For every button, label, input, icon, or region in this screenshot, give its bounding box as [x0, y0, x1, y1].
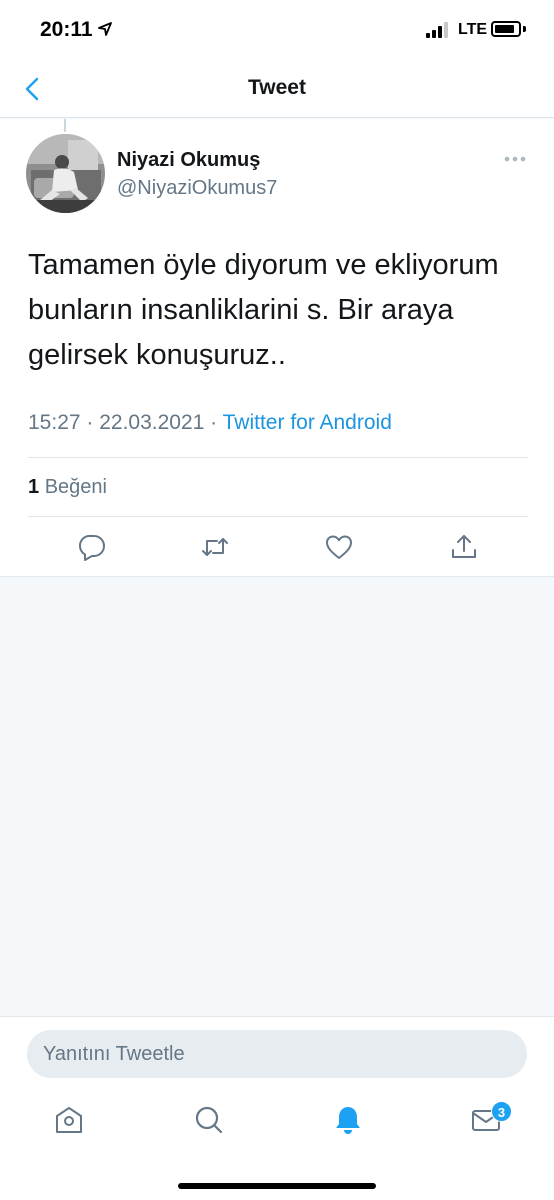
home-indicator: [178, 1183, 376, 1189]
tweet-detail: Niyazi Okumuş @NiyaziOkumus7 Tamamen öyl…: [0, 119, 554, 577]
tweet-time: 15:27: [28, 411, 81, 434]
battery-cap: [523, 26, 526, 32]
status-time: 20:11: [40, 18, 93, 41]
author-name[interactable]: Niyazi Okumuş: [117, 149, 260, 172]
back-button[interactable]: [20, 76, 46, 102]
tweet-date: 22.03.2021: [99, 411, 205, 434]
share-icon: [452, 535, 476, 558]
network-label: LTE: [458, 21, 488, 38]
more-options-button[interactable]: [500, 149, 530, 169]
like-count-value: 1: [28, 476, 40, 498]
reply-bar: [0, 1016, 554, 1088]
comment-icon: [78, 535, 105, 561]
location-arrow-icon: [98, 22, 112, 36]
retweet-button[interactable]: [200, 532, 230, 562]
reply-input[interactable]: [27, 1030, 527, 1078]
reply-button[interactable]: [76, 532, 106, 562]
nav-bar: Tweet: [0, 60, 554, 118]
tab-search[interactable]: [193, 1104, 225, 1136]
divider: [28, 516, 528, 517]
bell-icon: [336, 1107, 360, 1134]
tab-home[interactable]: [53, 1104, 85, 1136]
tab-notifications[interactable]: [332, 1104, 364, 1136]
more-horizontal-icon: [504, 156, 526, 162]
home-icon: [56, 1107, 82, 1133]
battery-icon: [491, 21, 521, 37]
chevron-left-icon: [25, 77, 39, 101]
like-count-label: Beğeni: [44, 476, 107, 498]
search-icon: [195, 1106, 223, 1134]
likes-count[interactable]: 1 Beğeni: [28, 476, 107, 499]
page-title: Tweet: [248, 76, 306, 99]
heart-icon: [326, 535, 352, 559]
divider: [28, 457, 528, 458]
tweet-source-link[interactable]: Twitter for Android: [223, 411, 392, 434]
tweet-text: Tamamen öyle diyorum ve ekliyorum bunlar…: [28, 249, 499, 371]
avatar[interactable]: [26, 134, 105, 213]
share-button[interactable]: [449, 532, 479, 562]
like-button[interactable]: [324, 532, 354, 562]
status-bar: 20:11 LTE: [0, 0, 554, 60]
tweet-meta: 15:27 · 22.03.2021 · Twitter for Android: [28, 411, 392, 434]
messages-badge: 3: [491, 1101, 512, 1122]
retweet-icon: [202, 538, 228, 556]
thread-line: [64, 119, 66, 132]
signal-strength-icon: [426, 22, 448, 38]
author-handle[interactable]: @NiyaziOkumus7: [117, 177, 277, 200]
